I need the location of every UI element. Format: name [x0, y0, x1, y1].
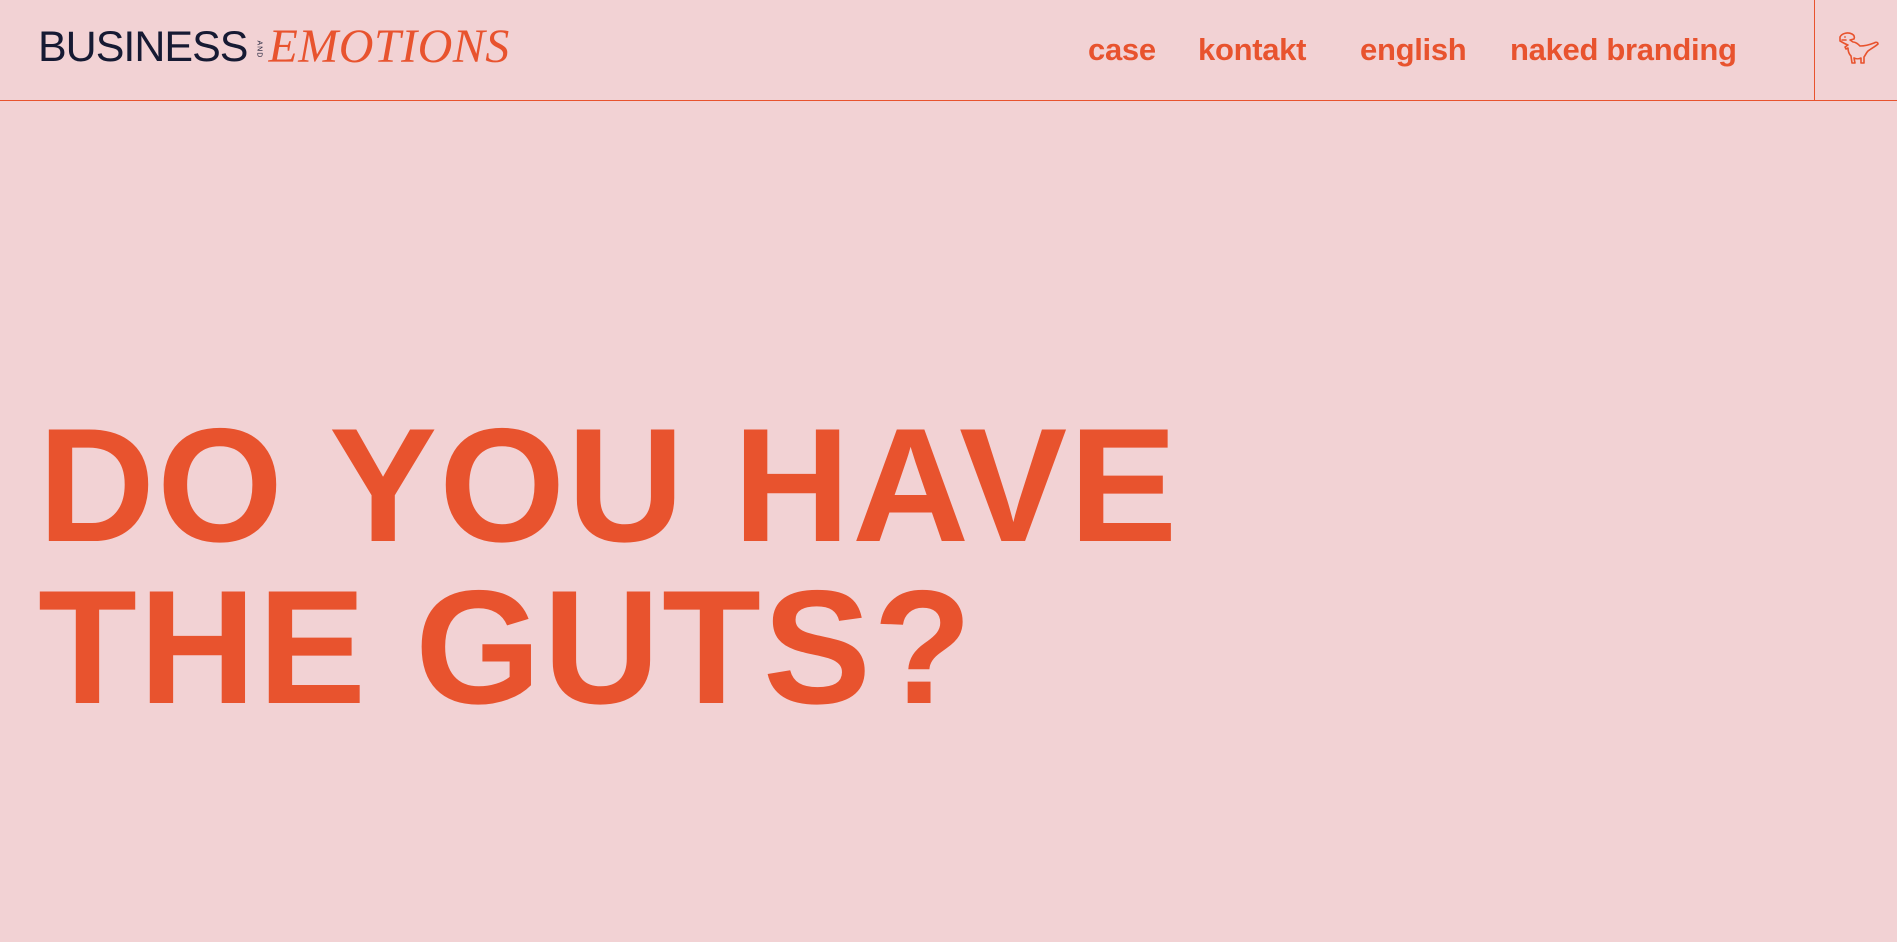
- logo-business-word: BUSINESS: [38, 22, 248, 71]
- hero-headline: DO YOU HAVE THE GUTS?: [38, 405, 1179, 729]
- logo-connector: AND: [255, 40, 263, 58]
- nav-link-naked-branding[interactable]: naked branding: [1510, 28, 1737, 72]
- hero-headline-line-2: THE GUTS?: [38, 557, 974, 738]
- dinosaur-icon[interactable]: [1834, 30, 1880, 66]
- nav-link-case[interactable]: case: [1088, 28, 1156, 72]
- nav-link-kontakt[interactable]: kontakt: [1198, 28, 1306, 72]
- header-divider: [1814, 0, 1815, 101]
- site-header: BUSINESS AND EMOTIONS case kontakt engli…: [0, 0, 1897, 101]
- hero-headline-line-1: DO YOU HAVE: [38, 395, 1180, 576]
- logo-emotions-word: EMOTIONS: [268, 20, 510, 73]
- nav-link-english[interactable]: english: [1360, 28, 1467, 72]
- brand-logo[interactable]: BUSINESS AND EMOTIONS: [38, 22, 510, 72]
